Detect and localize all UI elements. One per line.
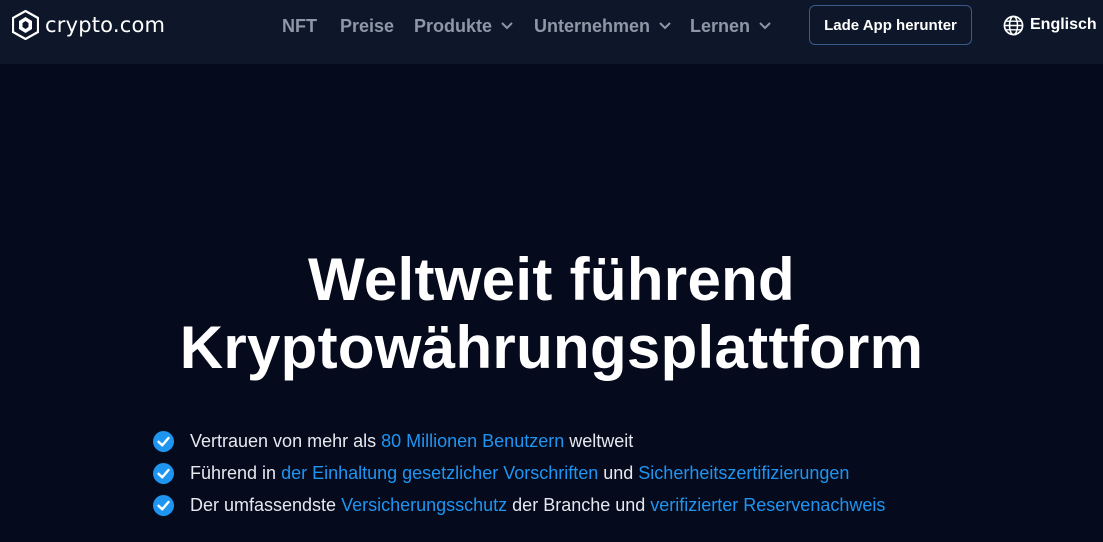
nav-item-preise[interactable]: Preise — [340, 16, 394, 37]
chevron-down-icon — [759, 22, 771, 30]
chevron-down-icon — [501, 22, 513, 30]
nav-item-produkte[interactable]: Produkte — [414, 16, 514, 37]
insurance-link[interactable]: Versicherungsschutz — [341, 495, 507, 516]
check-circle-icon — [153, 494, 174, 516]
feature-text: Vertrauen von mehr als — [190, 430, 382, 451]
nav-label: Preise — [340, 15, 395, 36]
feature-list: Vertrauen von mehr als 80 Millionen Benu… — [153, 425, 1053, 521]
feature-text: der Branche und — [507, 494, 651, 515]
nav-label: Unternehmen — [534, 15, 651, 36]
check-circle-icon — [153, 430, 174, 452]
hero-title-line-1: Weltweit führend — [307, 246, 796, 313]
proof-of-reserves-link[interactable]: verifizierter Reservenachweis — [650, 495, 885, 516]
nav-item-unternehmen[interactable]: Unternehmen — [534, 16, 672, 37]
top-navigation-bar: crypto.com NFT Preise Produkte Unternehm… — [0, 0, 1103, 64]
nav-label: Produkte — [414, 15, 493, 36]
security-certifications-link[interactable]: Sicherheitszertifizierungen — [638, 463, 849, 484]
language-selector[interactable]: Englisch — [1003, 14, 1097, 36]
nav-label: NFT — [282, 15, 317, 36]
feature-text: Der umfassendste — [190, 494, 342, 515]
compliance-link[interactable]: der Einhaltung gesetzlicher Vorschriften — [281, 463, 598, 484]
feature-item: Der umfassendste Versicherungsschutz der… — [153, 489, 1053, 521]
nav-item-lernen[interactable]: Lernen — [690, 16, 772, 37]
feature-item: Vertrauen von mehr als 80 Millionen Benu… — [153, 425, 1053, 457]
nav-label: Lernen — [690, 15, 751, 36]
crypto-logo-link[interactable]: crypto.com — [12, 10, 165, 40]
feature-item: Führend in der Einhaltung gesetzlicher V… — [153, 457, 1053, 489]
language-label: Englisch — [1030, 16, 1097, 33]
hero-title: Weltweit führend Kryptowährungsplattform — [0, 246, 1103, 382]
check-circle-icon — [153, 462, 174, 484]
logo-text: crypto.com — [45, 13, 166, 37]
nav-item-nft[interactable]: NFT — [282, 16, 317, 37]
hero-title-line-2: Kryptowährungsplattform — [179, 314, 924, 381]
feature-text: und — [598, 462, 639, 483]
download-app-button[interactable]: Lade App herunter — [809, 5, 972, 45]
globe-icon — [1003, 15, 1024, 35]
chevron-down-icon — [659, 22, 671, 30]
feature-text: Führend in — [190, 462, 282, 483]
users-count-link[interactable]: 80 Millionen Benutzern — [381, 431, 564, 452]
feature-text: weltweit — [564, 430, 634, 451]
crypto-lion-shield-icon — [12, 10, 39, 40]
